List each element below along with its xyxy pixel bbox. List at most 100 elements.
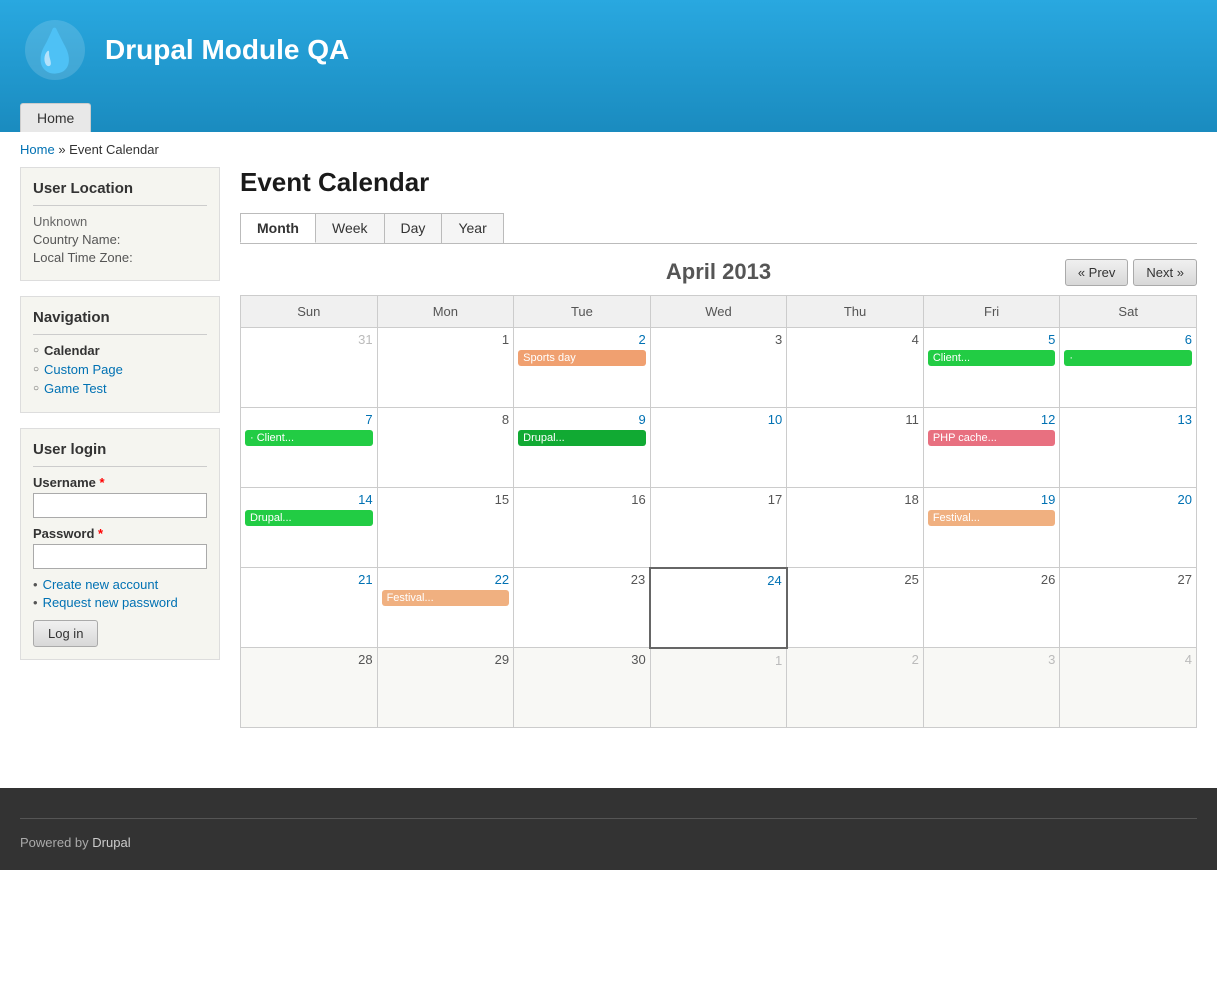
event-bar[interactable]: Festival... xyxy=(928,510,1056,526)
table-row[interactable]: 31 xyxy=(241,328,378,408)
day-number: 4 xyxy=(791,332,919,347)
prev-button[interactable]: « Prev xyxy=(1065,259,1129,286)
event-bar[interactable]: Drupal... xyxy=(245,510,373,526)
table-row[interactable]: 3 xyxy=(923,648,1060,728)
table-row[interactable]: 17 xyxy=(650,488,787,568)
table-row[interactable]: 1 xyxy=(377,328,514,408)
table-row[interactable]: 16 xyxy=(514,488,651,568)
day-number: 2 xyxy=(791,652,919,667)
event-bar[interactable]: Client... xyxy=(928,350,1056,366)
table-row[interactable]: 13 xyxy=(1060,408,1197,488)
table-row[interactable]: 10 xyxy=(650,408,787,488)
create-account-link[interactable]: Create new account xyxy=(43,577,159,592)
password-input[interactable] xyxy=(33,544,207,569)
event-bar[interactable]: PHP cache... xyxy=(928,430,1056,446)
day-number: 19 xyxy=(928,492,1056,507)
calendar-month-year: April 2013 xyxy=(240,259,1197,285)
table-row[interactable]: 9Drupal... xyxy=(514,408,651,488)
table-row[interactable]: 3 xyxy=(650,328,787,408)
calendar-body: 3112Sports day345Client...6·7· Client...… xyxy=(241,328,1197,728)
table-row[interactable]: 30 xyxy=(514,648,651,728)
tab-month[interactable]: Month xyxy=(240,213,316,243)
breadcrumb: Home » Event Calendar xyxy=(0,132,1217,167)
day-number: 7 xyxy=(245,412,373,427)
request-password-link-item[interactable]: Request new password xyxy=(33,595,207,610)
event-bar[interactable]: · xyxy=(1064,350,1192,366)
calendar-week-row: 7 · Client...89Drupal... 10 1112PHP cache..… xyxy=(241,408,1197,488)
site-title: Drupal Module QA xyxy=(105,34,349,66)
day-number: 10 xyxy=(655,412,783,427)
table-row[interactable]: 4 xyxy=(787,328,924,408)
svg-text:💧: 💧 xyxy=(29,26,81,75)
table-row[interactable]: 27 xyxy=(1060,568,1197,648)
table-row[interactable]: 21 xyxy=(241,568,378,648)
table-row[interactable]: 28 xyxy=(241,648,378,728)
sidebar-item-game-test[interactable]: Game Test xyxy=(33,381,207,396)
event-bar[interactable]: Sports day xyxy=(518,350,646,366)
main-layout: User Location Unknown Country Name: Loca… xyxy=(0,167,1217,748)
table-row[interactable]: 24 xyxy=(650,568,787,648)
calendar-week-row: 28 29 30 1234 xyxy=(241,648,1197,728)
table-row[interactable]: 1 xyxy=(650,648,787,728)
home-nav-button[interactable]: Home xyxy=(20,103,91,132)
table-row[interactable]: 25 xyxy=(787,568,924,648)
password-label: Password * xyxy=(33,526,207,541)
calendar-header-row: Sun Mon Tue Wed Thu Fri Sat xyxy=(241,296,1197,328)
footer-drupal-link[interactable]: Drupal xyxy=(92,835,130,850)
table-row[interactable]: 12PHP cache... xyxy=(923,408,1060,488)
day-number: 1 xyxy=(655,653,783,668)
username-input[interactable] xyxy=(33,493,207,518)
create-account-link-item[interactable]: Create new account xyxy=(33,577,207,592)
col-tue: Tue xyxy=(514,296,651,328)
table-row[interactable]: 14 Drupal... xyxy=(241,488,378,568)
table-row[interactable]: 23 xyxy=(514,568,651,648)
table-row[interactable]: 8 xyxy=(377,408,514,488)
table-row[interactable]: 6· xyxy=(1060,328,1197,408)
col-fri: Fri xyxy=(923,296,1060,328)
day-number: 14 xyxy=(245,492,373,507)
request-password-link[interactable]: Request new password xyxy=(43,595,178,610)
user-location-block: User Location Unknown Country Name: Loca… xyxy=(20,167,220,281)
tab-year[interactable]: Year xyxy=(441,213,503,243)
calendar-grid: Sun Mon Tue Wed Thu Fri Sat 3112Sports d… xyxy=(240,295,1197,728)
table-row[interactable]: 2Sports day xyxy=(514,328,651,408)
calendar-header: April 2013 « Prev Next » xyxy=(240,259,1197,285)
table-row[interactable]: 4 xyxy=(1060,648,1197,728)
table-row[interactable]: 11 xyxy=(787,408,924,488)
day-number: 3 xyxy=(928,652,1056,667)
col-thu: Thu xyxy=(787,296,924,328)
breadcrumb-home[interactable]: Home xyxy=(20,142,55,157)
login-button[interactable]: Log in xyxy=(33,620,98,647)
sidebar-item-custom-page[interactable]: Custom Page xyxy=(33,362,207,377)
calendar-week-row: 14 Drupal... 15 16 17 18 19 Festival...20 xyxy=(241,488,1197,568)
user-login-title: User login xyxy=(33,441,207,467)
navigation-title: Navigation xyxy=(33,309,207,335)
table-row[interactable]: 29 xyxy=(377,648,514,728)
table-row[interactable]: 20 xyxy=(1060,488,1197,568)
tab-week[interactable]: Week xyxy=(315,213,385,243)
day-number: 18 xyxy=(791,492,919,507)
day-number: 1 xyxy=(382,332,510,347)
table-row[interactable]: 2 xyxy=(787,648,924,728)
sidebar-item-calendar: Calendar xyxy=(33,343,207,358)
user-location-unknown: Unknown xyxy=(33,214,207,229)
tab-day[interactable]: Day xyxy=(384,213,443,243)
day-number: 15 xyxy=(382,492,510,507)
table-row[interactable]: 7 · Client... xyxy=(241,408,378,488)
header: 💧 Drupal Module QA Home xyxy=(0,0,1217,132)
table-row[interactable]: 22Festival... xyxy=(377,568,514,648)
event-bar[interactable]: Festival... xyxy=(382,590,510,606)
next-button[interactable]: Next » xyxy=(1133,259,1197,286)
event-bar[interactable]: · Client... xyxy=(245,430,373,446)
calendar-tabs: Month Week Day Year xyxy=(240,213,1197,244)
table-row[interactable]: 18 xyxy=(787,488,924,568)
day-number: 30 xyxy=(518,652,646,667)
table-row[interactable]: 26 xyxy=(923,568,1060,648)
day-number: 16 xyxy=(518,492,646,507)
col-sat: Sat xyxy=(1060,296,1197,328)
table-row[interactable]: 15 xyxy=(377,488,514,568)
event-bar[interactable]: Drupal... xyxy=(518,430,646,446)
table-row[interactable]: 19 Festival... xyxy=(923,488,1060,568)
day-number: 28 xyxy=(245,652,373,667)
table-row[interactable]: 5Client... xyxy=(923,328,1060,408)
